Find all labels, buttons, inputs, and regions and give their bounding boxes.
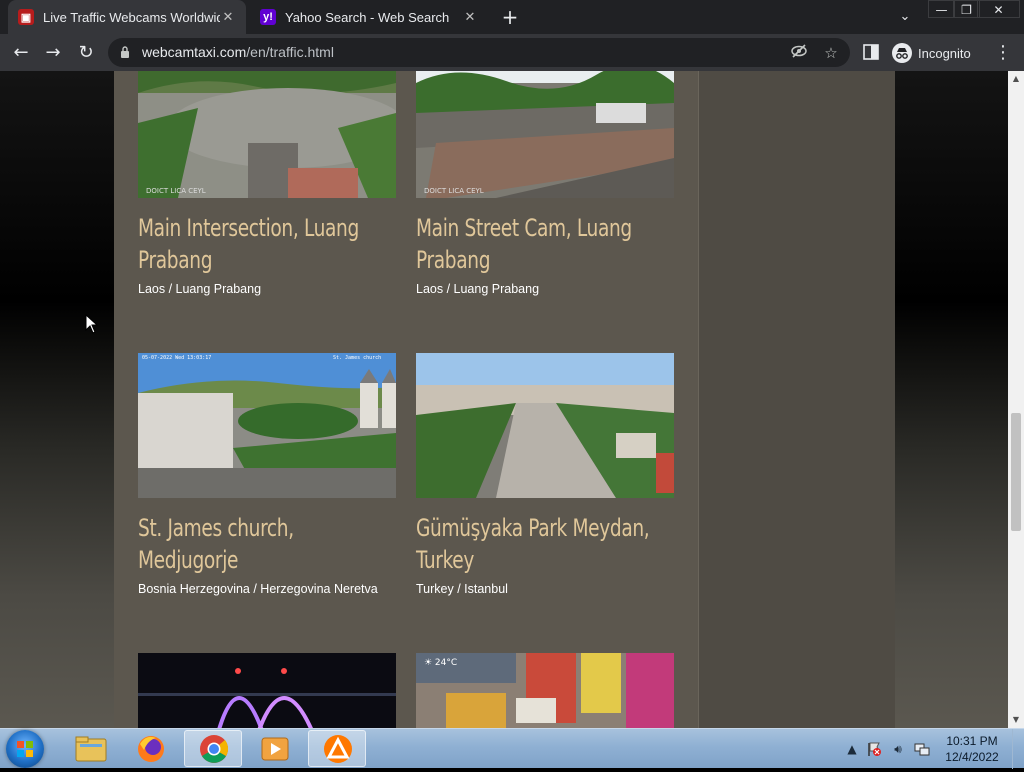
webcam-card[interactable]	[138, 653, 396, 728]
action-center-flag-icon[interactable]	[866, 741, 882, 757]
webcam-location[interactable]: Bosnia Herzegovina / Herzegovina Neretva	[138, 582, 396, 596]
windows-taskbar: ▲ 🔊︎ 10:31 PM 12/4/2022	[0, 728, 1024, 769]
taskbar-avast[interactable]	[308, 730, 366, 767]
svg-text:St. James church: St. James church	[333, 355, 381, 361]
close-tab-icon[interactable]: ✕	[220, 9, 236, 25]
back-arrow-icon[interactable]: ←	[8, 40, 34, 66]
window-close-button[interactable]: ✕	[977, 0, 1020, 18]
webcam-thumbnail[interactable]: DOICT LICA CEYL	[416, 71, 674, 198]
taskbar-firefox[interactable]	[122, 730, 180, 767]
browser-menu-icon[interactable]: ⋮	[994, 42, 1012, 64]
clock-time: 10:31 PM	[946, 734, 998, 748]
webcam-location[interactable]: Laos / Luang Prabang	[416, 282, 674, 296]
incognito-label: Incognito	[918, 45, 971, 61]
url-text[interactable]: webcamtaxi.com/en/traffic.html	[142, 38, 334, 67]
lock-icon[interactable]	[120, 45, 130, 59]
webcam-thumbnail[interactable]	[138, 653, 396, 728]
show-hidden-icons-icon[interactable]: ▲	[844, 741, 860, 757]
taskbar-media-player[interactable]	[246, 730, 304, 767]
webcam-title[interactable]: Main Intersection, Luang Prabang	[138, 212, 396, 276]
page-viewport: DOICT LICA CEYL Main Intersection, Luang…	[0, 71, 1008, 728]
new-tab-button[interactable]: +	[498, 5, 522, 29]
taskbar-chrome[interactable]	[184, 730, 242, 767]
webcam-thumbnail[interactable]: ☀ 24°C	[416, 653, 674, 728]
svg-text:05-07-2022 Wed 13:03:17: 05-07-2022 Wed 13:03:17	[142, 355, 211, 361]
system-clock[interactable]: 10:31 PM 12/4/2022	[940, 733, 1004, 765]
incognito-icon	[892, 43, 912, 63]
webcamtaxi-favicon-icon: ▣	[18, 9, 34, 25]
webcam-card[interactable]: Gümüşyaka Park Meydan, Turkey Turkey / I…	[416, 353, 674, 596]
mouse-cursor-icon	[85, 314, 99, 334]
restore-button[interactable]: ❐	[953, 0, 980, 18]
tracking-protection-eye-icon[interactable]	[788, 42, 810, 64]
url-path: /en/traffic.html	[246, 44, 334, 60]
media-player-icon	[261, 737, 289, 761]
scroll-up-arrow-icon[interactable]: ▲	[1008, 71, 1024, 87]
network-icon[interactable]	[914, 741, 930, 757]
avast-icon	[324, 735, 352, 763]
content-column: DOICT LICA CEYL Main Intersection, Luang…	[114, 71, 895, 728]
webcam-location[interactable]: Turkey / Istanbul	[416, 582, 674, 596]
tab-title: Yahoo Search - Web Search	[285, 9, 450, 25]
webcam-title[interactable]: St. James church, Medjugorje	[138, 512, 396, 576]
firefox-icon	[138, 736, 164, 762]
scrollbar-thumb[interactable]	[1011, 413, 1021, 531]
tab-title: Live Traffic Webcams Worldwide	[43, 9, 220, 25]
clock-date: 12/4/2022	[945, 750, 999, 764]
webcam-card[interactable]: ☀ 24°C	[416, 653, 674, 728]
minimize-button[interactable]: —	[928, 0, 955, 18]
webcam-card[interactable]: DOICT LICA CEYL Main Street Cam, Luang P…	[416, 71, 674, 296]
svg-text:☀ 24°C: ☀ 24°C	[424, 658, 457, 668]
webcam-grid: DOICT LICA CEYL Main Intersection, Luang…	[114, 71, 698, 728]
webcam-thumbnail[interactable]	[416, 353, 674, 498]
tab-search-chevron-icon[interactable]: ⌄	[894, 6, 916, 28]
webcam-thumbnail[interactable]: 05-07-2022 Wed 13:03:17 St. James church	[138, 353, 396, 498]
folder-icon	[75, 736, 107, 762]
webcam-title[interactable]: Gümüşyaka Park Meydan, Turkey	[416, 512, 674, 576]
windows-logo-icon	[17, 741, 33, 757]
right-sidebar	[698, 71, 895, 728]
incognito-indicator[interactable]: Incognito	[892, 41, 971, 65]
chrome-icon	[200, 735, 229, 763]
address-bar[interactable]: webcamtaxi.com/en/traffic.html ☆	[108, 38, 850, 67]
webcam-location[interactable]: Laos / Luang Prabang	[138, 282, 396, 296]
webcam-title[interactable]: Main Street Cam, Luang Prabang	[416, 212, 674, 276]
bookmark-star-icon[interactable]: ☆	[820, 42, 842, 64]
start-button[interactable]	[6, 730, 44, 768]
page-scrollbar[interactable]: ▲ ▼	[1008, 71, 1024, 728]
volume-icon[interactable]: 🔊︎	[890, 741, 906, 757]
tab-live-traffic-webcams[interactable]: ▣ Live Traffic Webcams Worldwide ✕	[8, 0, 246, 34]
reload-icon[interactable]: ↻	[73, 40, 99, 66]
webcam-card[interactable]: 05-07-2022 Wed 13:03:17 St. James church…	[138, 353, 396, 596]
show-desktop-button[interactable]	[1012, 729, 1024, 769]
browser-toolbar: ← → ↻ webcamtaxi.com/en/traffic.html ☆ I…	[0, 34, 1024, 71]
forward-arrow-icon[interactable]: →	[40, 40, 66, 66]
webcam-thumbnail[interactable]: DOICT LICA CEYL	[138, 71, 396, 198]
svg-text:DOICT LICA CEYL: DOICT LICA CEYL	[146, 187, 206, 195]
tab-yahoo-search[interactable]: y! Yahoo Search - Web Search ✕	[250, 0, 488, 34]
svg-text:DOICT LICA CEYL: DOICT LICA CEYL	[424, 187, 484, 195]
yahoo-favicon-icon: y!	[260, 9, 276, 25]
side-panel-icon[interactable]	[862, 43, 880, 61]
tab-strip: ▣ Live Traffic Webcams Worldwide ✕ y! Ya…	[0, 0, 1024, 34]
close-tab-icon[interactable]: ✕	[462, 9, 478, 25]
scroll-down-arrow-icon[interactable]: ▼	[1008, 712, 1024, 728]
url-host: webcamtaxi.com	[142, 44, 247, 60]
taskbar-file-explorer[interactable]	[62, 730, 120, 767]
webcam-card[interactable]: DOICT LICA CEYL Main Intersection, Luang…	[138, 71, 396, 296]
